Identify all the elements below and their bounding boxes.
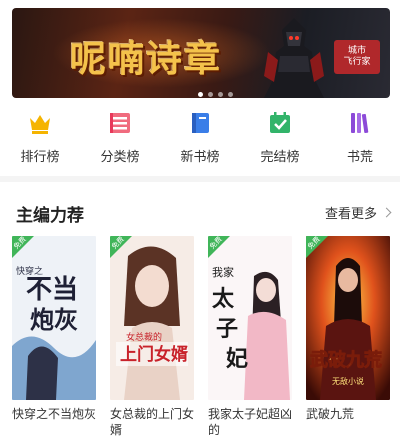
cover-subtitle: 女总裁的: [126, 331, 162, 343]
banner-title: 呢喃诗章: [70, 38, 223, 80]
nav-item-completed[interactable]: 完结榜: [240, 108, 320, 172]
cover-subtitle: 无敌小说: [332, 376, 364, 386]
cover-title-line1: 不当: [26, 275, 78, 305]
banner-badge: 城市 飞行家: [334, 40, 380, 74]
section-title: 主编力荐: [16, 206, 84, 226]
book-cover[interactable]: 武破九荒 无敌小说 免费: [306, 236, 390, 400]
nav-item-book-shortage[interactable]: 书荒: [320, 108, 400, 172]
book-list: 不当 炮灰 快穿之 免费 快穿之不当炮灰 上门女婿 女总裁的 免费 女总裁的上门…: [12, 236, 390, 438]
calendar-check-icon: [270, 112, 290, 133]
nav-label: 排行榜: [20, 150, 60, 165]
carousel-dot[interactable]: [198, 92, 203, 97]
new-book-icon: [192, 113, 209, 133]
carousel-dot[interactable]: [228, 92, 233, 97]
nav-label: 完结榜: [260, 150, 300, 165]
chevron-right-icon: [381, 207, 392, 218]
book-title[interactable]: 快穿之不当炮灰: [12, 406, 96, 422]
nav-label: 新书榜: [180, 150, 220, 165]
book-cover[interactable]: 太 子 妃 我家 免费: [208, 236, 292, 400]
see-more-link[interactable]: 查看更多: [324, 203, 392, 222]
cover-title-line3: 妃: [226, 346, 248, 372]
cover-title-line2: 子: [216, 316, 238, 342]
cover-title-line1: 太: [212, 286, 235, 312]
badge-line-1: 城市: [347, 46, 366, 56]
book-card[interactable]: 上门女婿 女总裁的 免费 女总裁的上门女婿: [110, 236, 194, 438]
carousel-dot[interactable]: [208, 92, 213, 97]
see-more-label: 查看更多: [324, 207, 377, 222]
cover-subtitle: 我家: [212, 265, 234, 279]
knight-illustration: [264, 18, 324, 98]
book-cover[interactable]: 不当 炮灰 快穿之 免费: [12, 236, 96, 400]
book-title[interactable]: 武破九荒: [306, 406, 390, 422]
cover-title-line2: 炮灰: [30, 305, 78, 334]
category-nav: 排行榜 分类榜 新书榜 完结榜 书荒: [0, 108, 400, 172]
crown-icon: [30, 115, 50, 134]
cover-title: 武破九荒: [310, 349, 382, 371]
nav-item-new-books[interactable]: 新书榜: [160, 108, 240, 172]
carousel-dots: [198, 92, 233, 97]
nav-label: 书荒: [346, 150, 373, 165]
section-divider: [0, 176, 400, 182]
cover-art: 不当 炮灰 快穿之: [12, 236, 96, 400]
book-card[interactable]: 武破九荒 无敌小说 免费 武破九荒: [306, 236, 390, 438]
cover-title: 上门女婿: [120, 344, 188, 365]
book-card[interactable]: 太 子 妃 我家 免费 我家太子妃超凶的: [208, 236, 292, 438]
book-title[interactable]: 我家太子妃超凶的: [208, 406, 292, 438]
category-icon: [110, 113, 130, 133]
app-page: 呢喃诗章 城市 飞行家 排行榜 分类榜 新书榜 完结榜 书荒 主编力荐 查看更多…: [0, 0, 400, 440]
nav-label: 分类榜: [100, 150, 140, 165]
nav-item-category[interactable]: 分类榜: [80, 108, 160, 172]
book-cover[interactable]: 上门女婿 女总裁的 免费: [110, 236, 194, 400]
book-card[interactable]: 不当 炮灰 快穿之 免费 快穿之不当炮灰: [12, 236, 96, 438]
badge-line-2: 飞行家: [343, 57, 371, 67]
cover-art: 武破九荒 无敌小说: [306, 236, 390, 400]
promo-banner[interactable]: 呢喃诗章 城市 飞行家: [12, 8, 390, 98]
book-title[interactable]: 女总裁的上门女婿: [110, 406, 194, 438]
nav-item-ranking[interactable]: 排行榜: [0, 108, 80, 172]
cover-art: 上门女婿 女总裁的: [110, 236, 194, 400]
bookshelf-icon: [351, 113, 369, 134]
cover-art: 太 子 妃 我家: [208, 236, 292, 400]
cover-subtitle: 快穿之: [16, 265, 43, 277]
carousel-dot[interactable]: [218, 92, 223, 97]
